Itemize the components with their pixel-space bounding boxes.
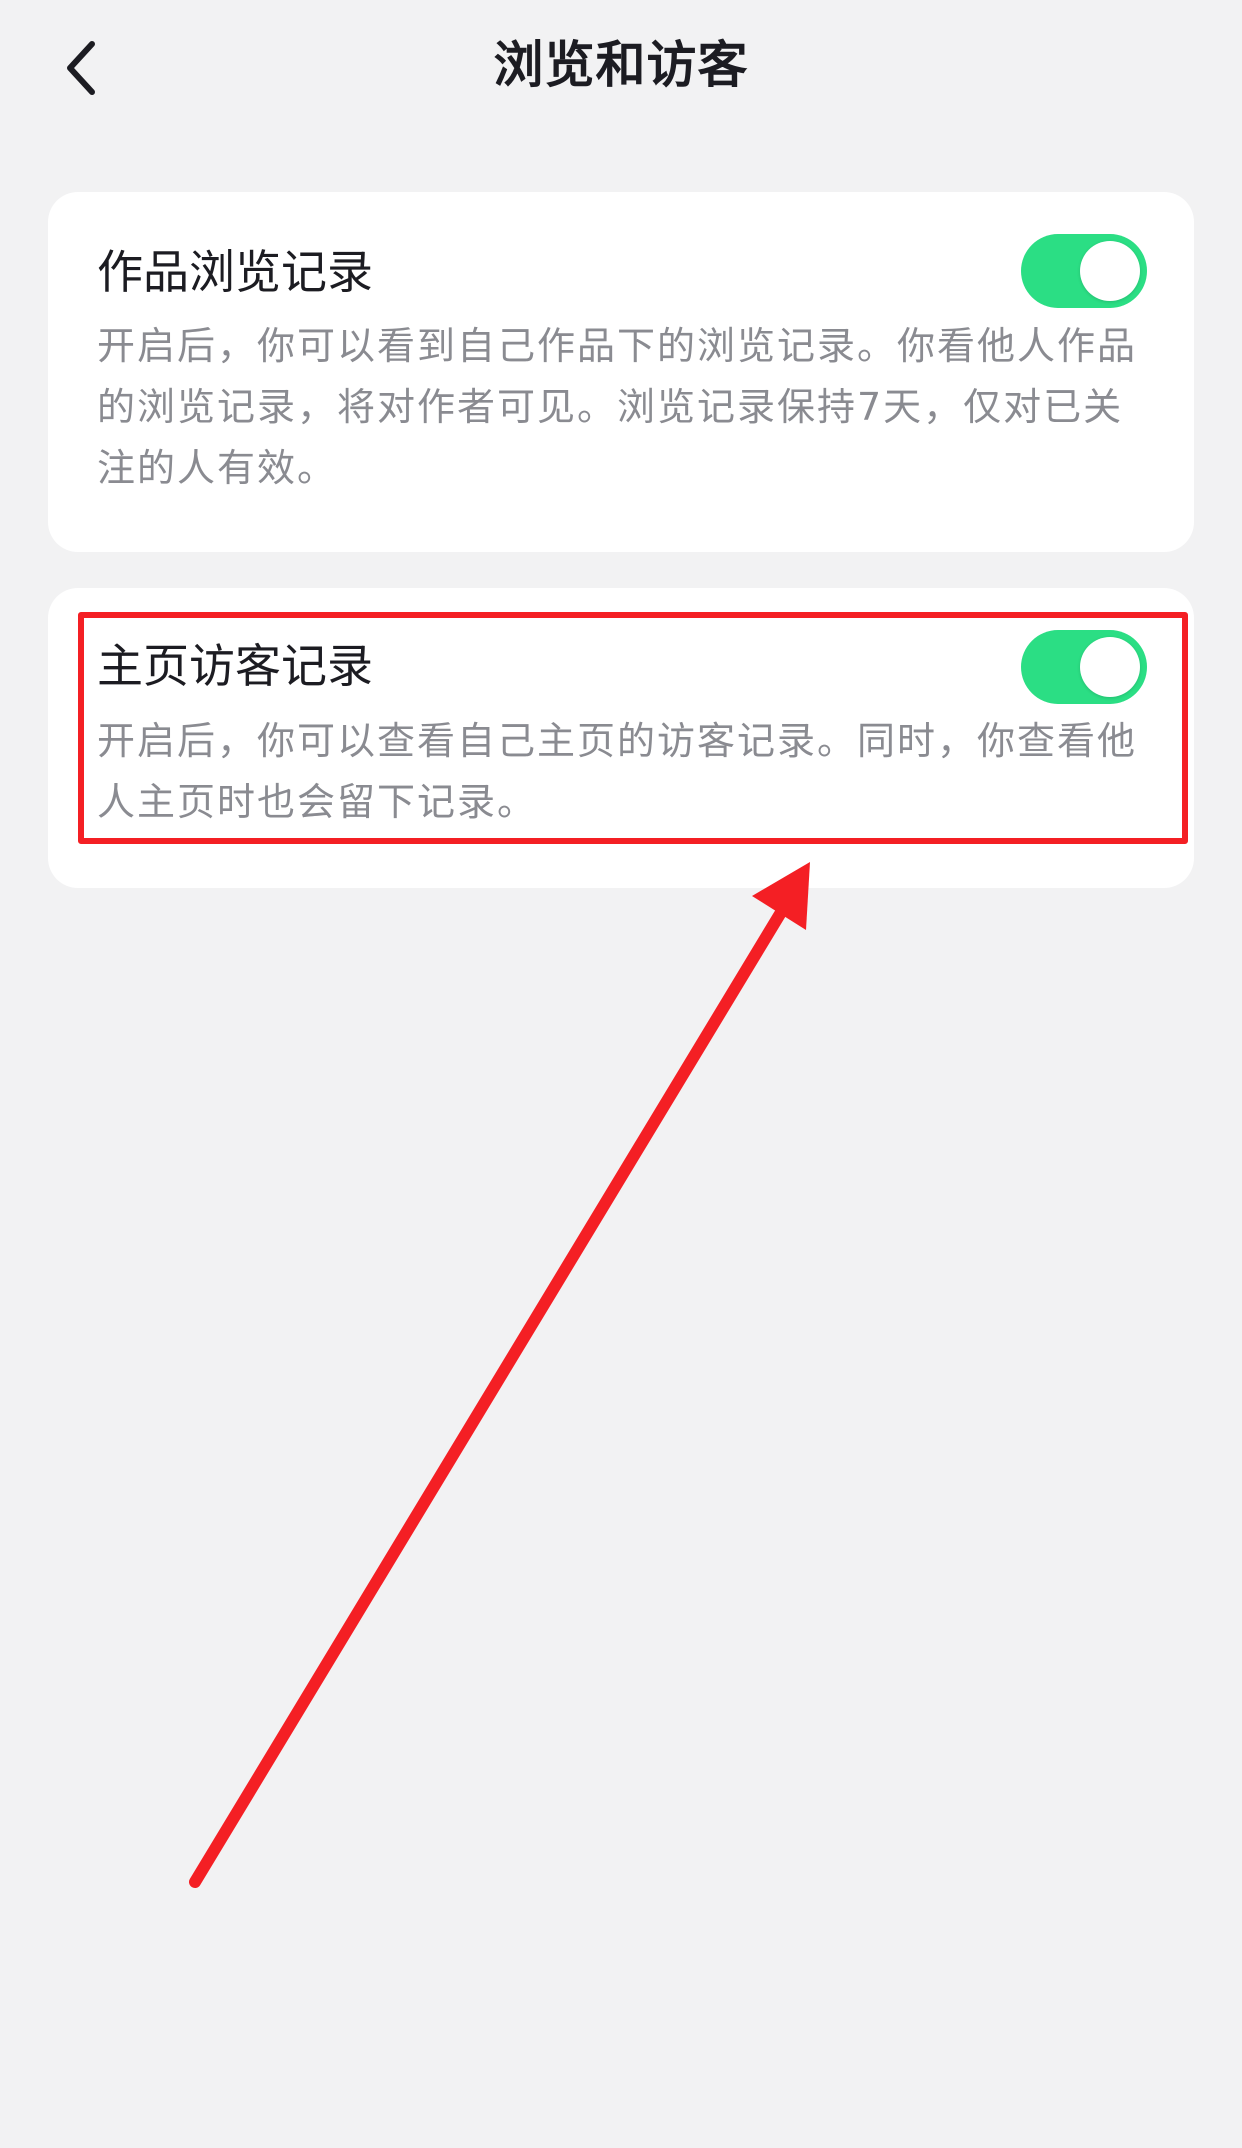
profile-visitors-toggle[interactable] — [1021, 630, 1147, 704]
setting-description: 开启后，你可以查看自己主页的访客记录。同时，你查看他人主页时也会留下记录。 — [97, 719, 1138, 824]
work-views-toggle[interactable] — [1021, 234, 1147, 308]
page-title: 浏览和访客 — [493, 36, 749, 94]
setting-title: 作品浏览记录 — [97, 245, 373, 299]
navigation-bar: 浏览和访客 — [0, 0, 1242, 136]
setting-title: 主页访客记录 — [97, 639, 373, 693]
toggle-knob — [1080, 637, 1140, 697]
setting-description: 开启后，你可以看到自己作品下的浏览记录。你看他人作品的浏览记录，将对作者可见。浏… — [97, 324, 1138, 490]
toggle-knob — [1080, 241, 1140, 301]
setting-card-work-views: 作品浏览记录 开启后，你可以看到自己作品下的浏览记录。你看他人作品的浏览记录，将… — [48, 192, 1194, 552]
setting-card-profile-visitors: 主页访客记录 开启后，你可以查看自己主页的访客记录。同时，你查看他人主页时也会留… — [48, 588, 1194, 888]
